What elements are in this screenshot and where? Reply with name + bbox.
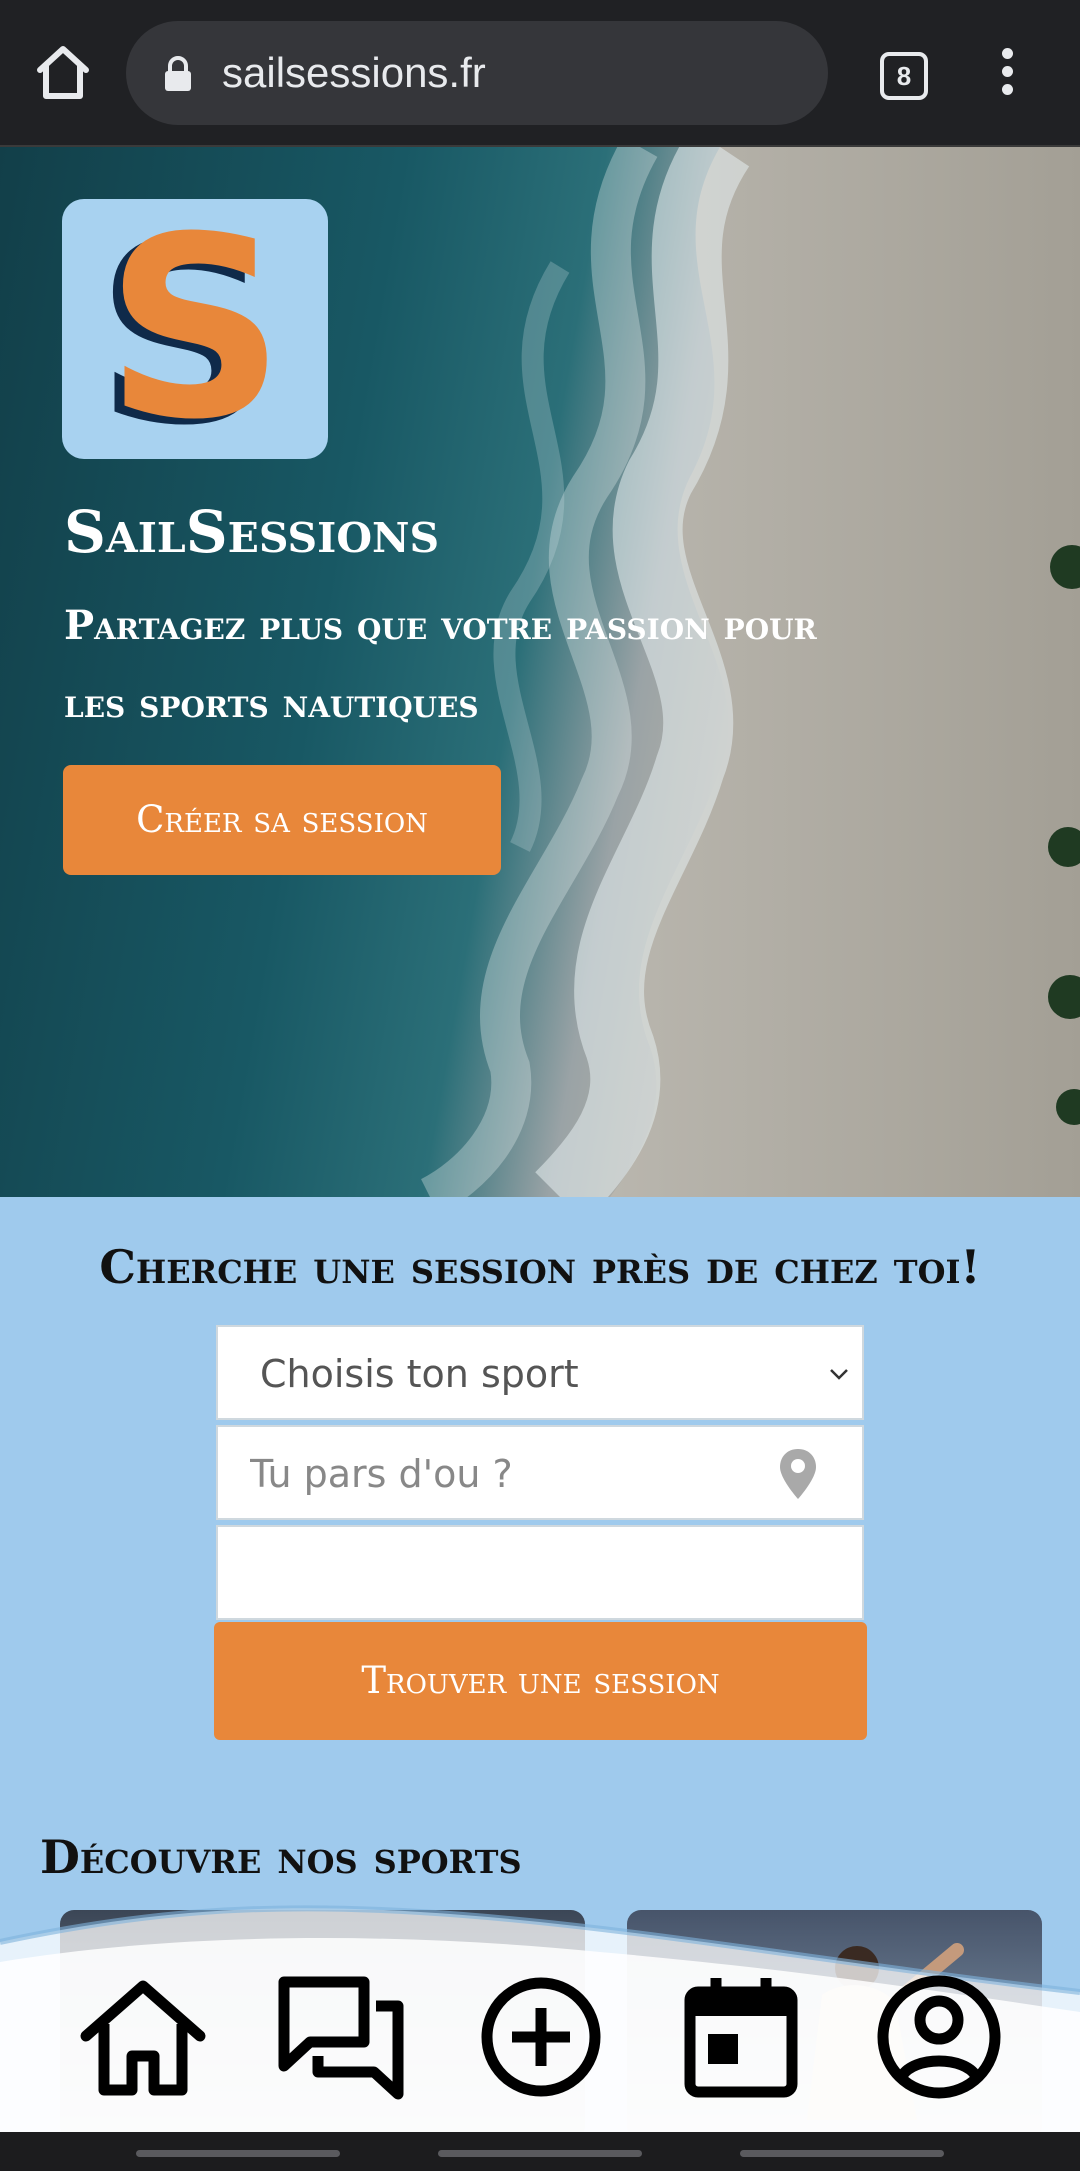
tab-switcher-button[interactable]: 8 [880,52,928,100]
home-icon[interactable] [78,1972,208,2102]
logo-letter: S [104,199,286,459]
sailsessions-logo[interactable]: S [62,199,328,459]
add-circle-icon[interactable] [476,1972,606,2102]
location-field[interactable] [216,1425,864,1520]
system-navigation-bar [0,2132,1080,2171]
browser-home-icon[interactable] [30,40,96,106]
more-menu-icon[interactable] [990,48,1024,98]
sport-select[interactable]: Choisis ton sport [216,1325,864,1420]
brand-name: SailSessions [64,498,440,566]
address-bar[interactable]: sailsessions.fr [126,21,828,125]
hero-banner: S SailSessions Partagez plus que votre p… [0,147,1080,1197]
system-nav-home[interactable] [438,2150,642,2157]
date-field[interactable] [216,1525,864,1620]
location-input[interactable] [248,1445,772,1503]
sports-title: Découvre nos sports [40,1830,522,1884]
sport-select-value: Choisis ton sport [260,1352,579,1396]
lock-icon [162,56,194,92]
map-pin-icon[interactable] [778,1447,818,1501]
browser-toolbar: sailsessions.fr 8 [0,0,1080,147]
search-title: Cherche une session près de chez toi! [99,1240,981,1294]
chevron-down-icon [830,1369,848,1380]
find-session-button[interactable]: Trouver une session [214,1622,867,1740]
url-text: sailsessions.fr [222,49,486,96]
chat-icon[interactable] [276,1972,406,2102]
system-nav-back[interactable] [136,2150,340,2157]
calendar-icon[interactable] [676,1972,806,2102]
hero-tagline: Partagez plus que votre passion pour les… [64,602,817,727]
create-session-button[interactable]: Créer sa session [63,765,501,875]
account-icon[interactable] [874,1972,1004,2102]
bottom-navigation [0,1902,1080,2132]
system-nav-recents[interactable] [740,2150,944,2157]
